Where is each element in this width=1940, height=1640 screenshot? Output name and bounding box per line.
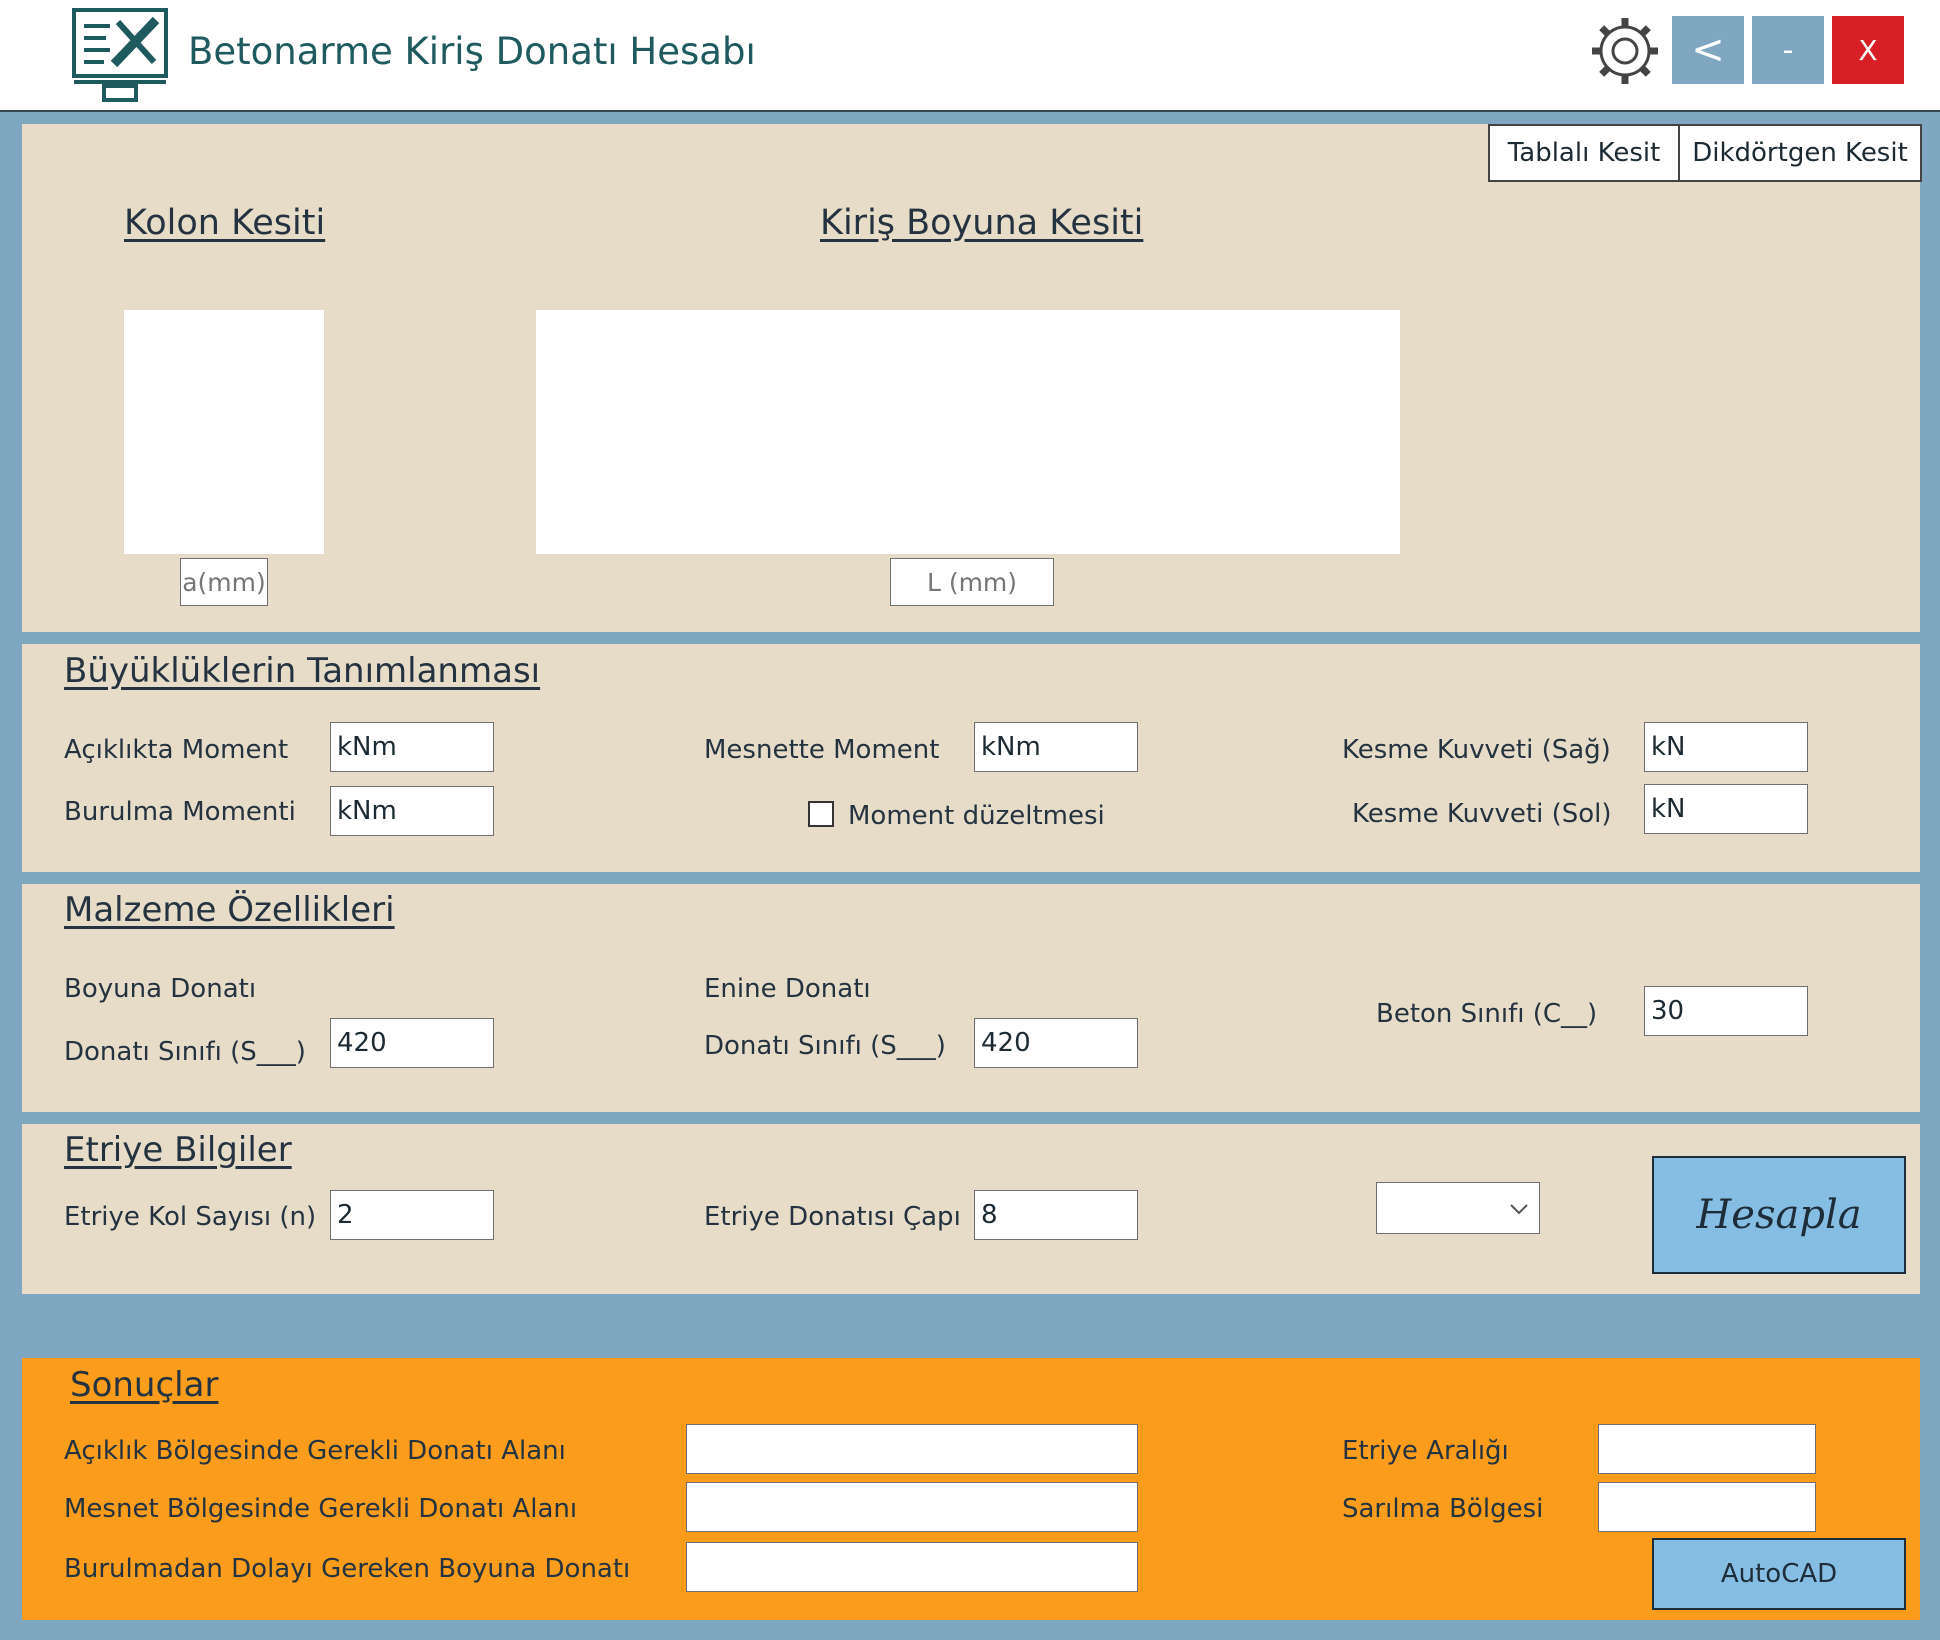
kol-sayisi-label: Etriye Kol Sayısı (n) (64, 1202, 317, 1232)
kesme-sag-label: Kesme Kuvveti (Sağ) (1342, 735, 1611, 765)
etriye-dropdown[interactable] (1376, 1182, 1540, 1234)
aciklikta-moment-label: Açıklıkta Moment (64, 735, 289, 765)
tab-tablali-kesit[interactable]: Tablalı Kesit (1488, 124, 1680, 182)
autocad-button[interactable]: AutoCAD (1652, 1538, 1906, 1610)
sarilma-bolgesi-label: Sarılma Bölgesi (1342, 1494, 1544, 1524)
beton-sinifi-input[interactable] (1644, 986, 1808, 1036)
moment-duzeltmesi-label: Moment düzeltmesi (848, 801, 1105, 831)
burulma-momenti-input[interactable] (330, 786, 494, 836)
burulma-momenti-label: Burulma Momenti (64, 797, 296, 827)
app-title: Betonarme Kiriş Donatı Hesabı (188, 30, 756, 73)
moment-duzeltmesi-checkbox[interactable] (808, 801, 834, 827)
hesapla-button[interactable]: Hesapla (1652, 1156, 1906, 1274)
enine-sinif-label: Donatı Sınıfı (S___) (704, 1031, 946, 1061)
enine-donati-title: Enine Donatı (704, 974, 871, 1004)
stirrup-title: Etriye Bilgiler (64, 1130, 292, 1170)
close-button[interactable]: X (1832, 16, 1904, 84)
beton-sinifi-label: Beton Sınıfı (C__) (1376, 999, 1598, 1029)
etriye-capi-label: Etriye Donatısı Çapı (704, 1202, 961, 1232)
burulma-donati-output[interactable] (686, 1542, 1138, 1592)
results-title: Sonuçlar (70, 1365, 219, 1405)
hesapla-label: Hesapla (1696, 1192, 1862, 1238)
etriye-capi-input[interactable] (974, 1190, 1138, 1240)
kiris-title: Kiriş Boyuna Kesiti (820, 203, 1144, 243)
kolon-canvas (124, 310, 324, 554)
etriye-araligi-label: Etriye Aralığı (1342, 1436, 1509, 1466)
material-title: Malzeme Özellikleri (64, 890, 395, 930)
kolon-dim-input[interactable] (180, 558, 268, 606)
kesme-sag-input[interactable] (1644, 722, 1808, 772)
boyuna-sinif-input[interactable] (330, 1018, 494, 1068)
loads-title: Büyüklüklerin Tanımlanması (64, 651, 541, 691)
aciklik-donati-output[interactable] (686, 1424, 1138, 1474)
gear-icon[interactable] (1586, 12, 1664, 90)
kol-sayisi-input[interactable] (330, 1190, 494, 1240)
kesme-sol-input[interactable] (1644, 784, 1808, 834)
kiris-canvas (536, 310, 1400, 554)
autocad-label: AutoCAD (1720, 1559, 1838, 1589)
mesnet-donati-label: Mesnet Bölgesinde Gerekli Donatı Alanı (64, 1494, 578, 1524)
sarilma-bolgesi-output[interactable] (1598, 1482, 1816, 1532)
chevron-down-icon (1509, 1201, 1529, 1215)
kiris-length-input[interactable] (890, 558, 1054, 606)
mesnette-moment-label: Mesnette Moment (704, 735, 940, 765)
boyuna-sinif-label: Donatı Sınıfı (S___) (64, 1037, 306, 1067)
aciklikta-moment-input[interactable] (330, 722, 494, 772)
boyuna-donati-title: Boyuna Donatı (64, 974, 257, 1004)
mesnet-donati-output[interactable] (686, 1482, 1138, 1532)
tab-dikdortgen-kesit[interactable]: Dikdörtgen Kesit (1678, 124, 1922, 182)
app-logo-icon (70, 6, 170, 104)
etriye-araligi-output[interactable] (1598, 1424, 1816, 1474)
title-bar: Betonarme Kiriş Donatı Hesabı < - X (0, 0, 1940, 112)
burulma-donati-label: Burulmadan Dolayı Gereken Boyuna Donatı (64, 1554, 631, 1584)
kolon-title: Kolon Kesiti (124, 203, 326, 243)
kesme-sol-label: Kesme Kuvveti (Sol) (1352, 799, 1612, 829)
mesnette-moment-input[interactable] (974, 722, 1138, 772)
minimize-button[interactable]: - (1752, 16, 1824, 84)
back-button[interactable]: < (1672, 16, 1744, 84)
enine-sinif-input[interactable] (974, 1018, 1138, 1068)
aciklik-donati-label: Açıklık Bölgesinde Gerekli Donatı Alanı (64, 1436, 566, 1466)
